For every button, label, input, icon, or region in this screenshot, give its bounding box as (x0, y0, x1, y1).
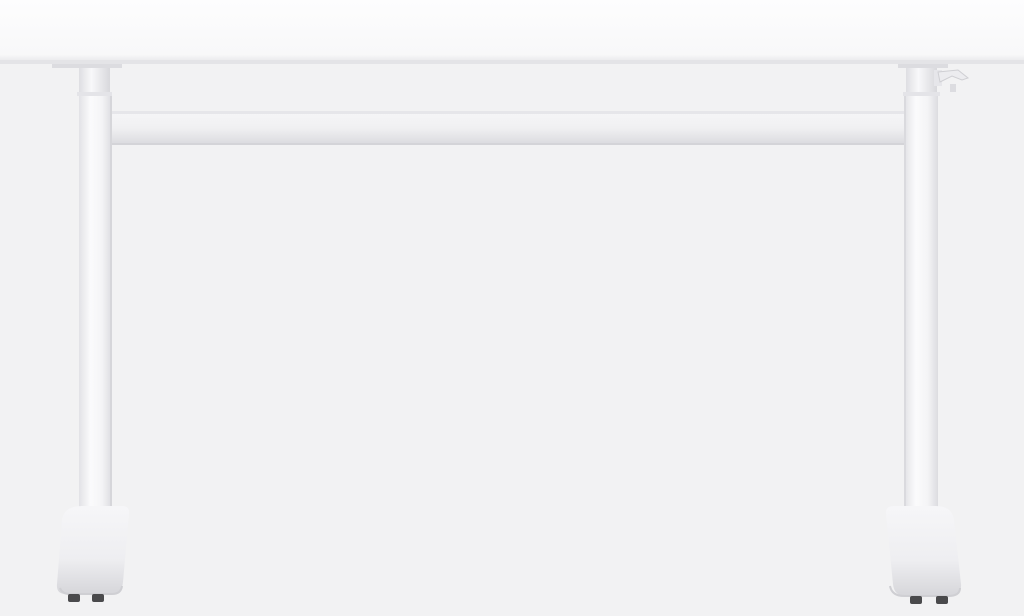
product-photo (0, 0, 1024, 616)
crank-handle (934, 69, 970, 92)
left-foot (56, 506, 130, 602)
crossbar (112, 111, 904, 145)
desk-illustration (0, 0, 1024, 604)
left-glide (68, 594, 80, 602)
right-glide (910, 596, 922, 604)
tabletop (0, 0, 1024, 68)
right-foot (885, 506, 962, 604)
right-leg (903, 64, 940, 516)
left-leg (77, 64, 112, 516)
left-glide-rear (92, 594, 104, 602)
right-glide-rear (936, 596, 948, 604)
